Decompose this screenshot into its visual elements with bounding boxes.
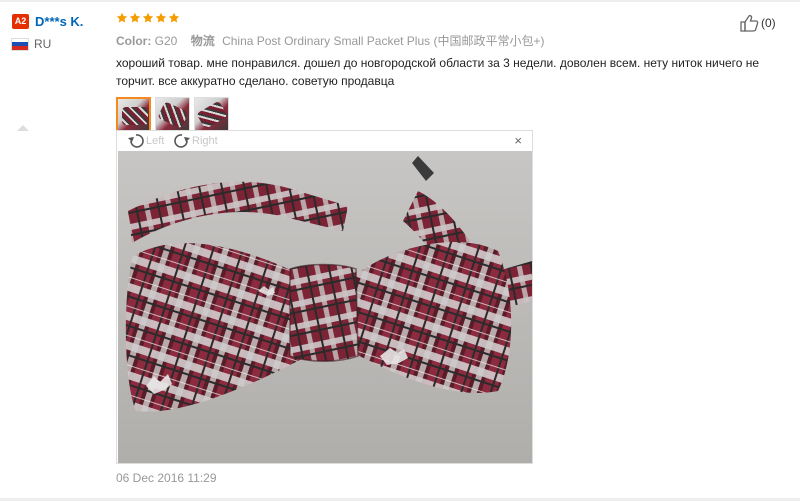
star-icon (142, 12, 155, 24)
helpful-count: (0) (761, 16, 776, 30)
review-photo (118, 151, 532, 463)
reviewer-name-link[interactable]: D***s K. (35, 14, 83, 29)
buyer-level-badge: A2 (12, 13, 29, 29)
star-icon (116, 12, 129, 24)
review-text: хороший товар. мне понравился. дошел до … (116, 56, 760, 88)
rotate-right-label: Right (192, 135, 218, 147)
star-icon (155, 12, 168, 24)
review-date: 06 Dec 2016 11:29 (116, 471, 217, 485)
rotate-right-button[interactable]: Right (173, 133, 218, 149)
reviewer-info: A2 D***s K. RU (12, 12, 112, 51)
star-rating (116, 12, 766, 27)
top-divider (0, 0, 800, 2)
shipping-value: China Post Ordinary Small Packet Plus (中… (222, 34, 545, 48)
rotate-left-label: Left (146, 135, 165, 147)
close-viewer-button[interactable]: × (514, 134, 522, 148)
color-value: G20 (154, 34, 178, 48)
thumbnail-pointer (17, 125, 29, 131)
viewer-toolbar: Left Right × (117, 131, 532, 151)
star-icon (168, 12, 181, 24)
rotate-left-icon (128, 134, 144, 148)
photo-thumbnails (116, 97, 766, 132)
photo-thumbnail[interactable] (116, 97, 151, 132)
photo-viewer: Left Right × (116, 130, 533, 464)
photo-thumbnail[interactable] (155, 97, 190, 132)
color-label: Color: (116, 34, 152, 48)
photo-thumbnail[interactable] (194, 97, 229, 132)
star-icon (129, 12, 142, 24)
bow-tie-photo (118, 151, 532, 463)
russia-flag-icon (12, 38, 28, 50)
thumbs-up-icon (740, 14, 759, 32)
rotate-right-icon (174, 134, 190, 148)
rotate-left-button[interactable]: Left (127, 133, 164, 149)
feedback-content: Color: G20 物流 China Post Ordinary Small … (116, 12, 766, 132)
shipping-label: 物流 (190, 34, 215, 48)
reviewer-country: RU (34, 37, 52, 51)
order-info: Color: G20 物流 China Post Ordinary Small … (116, 33, 766, 49)
helpful-button[interactable]: (0) (739, 14, 776, 32)
